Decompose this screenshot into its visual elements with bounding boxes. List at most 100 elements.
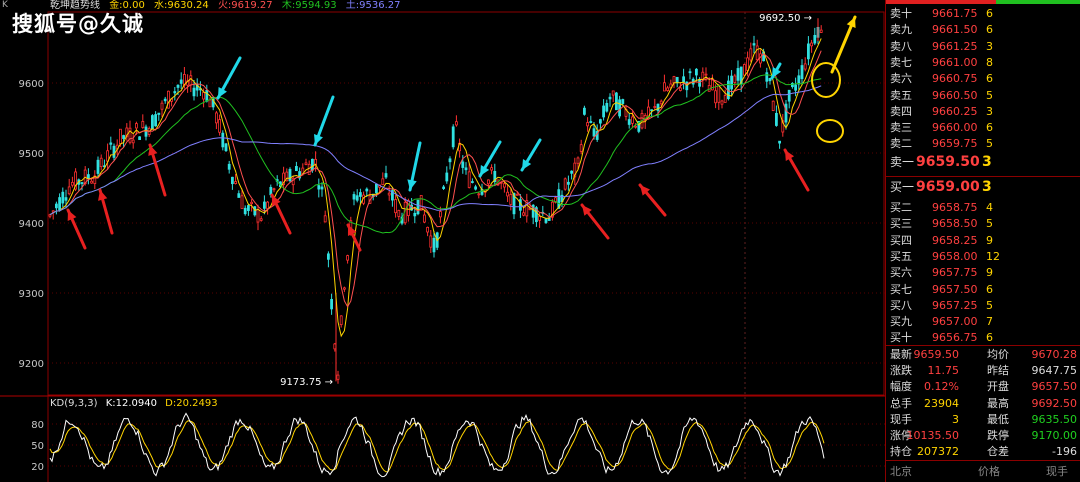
candle-body xyxy=(583,107,586,115)
book-footer: 北京 价格 现手 xyxy=(886,462,1080,482)
candle-body xyxy=(579,144,583,152)
candle-body xyxy=(432,237,436,253)
candle-body xyxy=(208,99,212,108)
stat-row: 最新 9659.50 均价 9670.28 xyxy=(886,347,1080,363)
level-price: 9658.75 xyxy=(932,201,978,214)
candle-body xyxy=(618,99,621,117)
price-tick-label: 9400 xyxy=(19,219,44,230)
ask-level-row[interactable]: 卖九 9661.50 6 xyxy=(886,22,1080,38)
k-marker: K xyxy=(2,0,8,10)
candle-body xyxy=(611,90,615,96)
candle-body xyxy=(384,173,388,178)
candle-body xyxy=(675,76,679,83)
level-price: 9657.50 xyxy=(932,282,978,296)
stat-row: 涨停 10135.50 跌停 9170.00 xyxy=(886,428,1080,444)
candle-body xyxy=(730,75,733,90)
level-price: 9657.25 xyxy=(932,298,978,312)
bid-level-row[interactable]: 买二 9658.75 4 xyxy=(886,200,1080,216)
candle-body xyxy=(394,199,398,214)
bid-level-row[interactable]: 买五 9658.00 12 xyxy=(886,249,1080,265)
stat-key: 现手 xyxy=(890,412,912,426)
candle-body xyxy=(227,163,231,170)
high-price-label: 9692.50 → xyxy=(759,13,812,24)
chart-area[interactable]: 9200 9300 9400 9500 9600 20 50 80 9692.50 → 9173.… xyxy=(0,0,885,482)
candle-body xyxy=(304,162,308,165)
candle-body xyxy=(234,181,238,184)
bid-level-row[interactable]: 买九 9657.00 7 xyxy=(886,314,1080,330)
candle-body xyxy=(218,119,222,133)
candle-body xyxy=(413,212,417,217)
ask-level-row[interactable]: 卖五 9660.50 5 xyxy=(886,88,1080,104)
ask-level-row[interactable]: 卖六 9660.75 6 xyxy=(886,71,1080,87)
price-tick-label: 9200 xyxy=(19,359,44,370)
bid-level-row[interactable]: 买三 9658.50 5 xyxy=(886,216,1080,232)
level-qty: 6 xyxy=(986,331,993,345)
level-qty: 7 xyxy=(986,315,993,329)
candle-body xyxy=(659,100,663,105)
candle-body xyxy=(134,123,138,129)
candle-body xyxy=(330,298,334,310)
ask-level-row[interactable]: 卖四 9660.25 3 xyxy=(886,104,1080,120)
ask-level-row[interactable]: 卖二 9659.75 5 xyxy=(886,136,1080,152)
candle-body xyxy=(442,186,446,189)
bid-level-row[interactable]: 买七 9657.50 6 xyxy=(886,282,1080,298)
candle-body xyxy=(448,158,452,163)
level-price: 9658.50 xyxy=(932,217,978,231)
candle-body xyxy=(179,79,183,84)
footer-price-label: 价格 xyxy=(978,465,1000,478)
bid-level-row[interactable]: 买八 9657.25 5 xyxy=(886,298,1080,314)
candle-body xyxy=(64,197,68,201)
stat-key: 仓差 xyxy=(987,445,1009,459)
candle-body xyxy=(112,145,116,158)
stat-key: 均价 xyxy=(987,348,1009,361)
candle-body xyxy=(150,115,154,130)
candle-body xyxy=(621,99,625,104)
highlight-circle xyxy=(816,119,844,143)
ma-legend-fire: 火:9619.27 xyxy=(217,0,273,11)
level-price: 9656.75 xyxy=(932,331,978,345)
level-qty: 3 xyxy=(986,39,993,53)
candle-body xyxy=(358,192,362,197)
level-qty: 3 xyxy=(982,154,992,170)
candle-body xyxy=(765,72,769,82)
candle-body xyxy=(96,159,100,174)
footer-location: 北京 xyxy=(890,465,912,478)
ask-level-row[interactable]: 卖七 9661.00 8 xyxy=(886,55,1080,71)
stat-value: 10135.50 xyxy=(906,429,960,442)
stat-value: -196 xyxy=(1052,445,1077,459)
bid-level-row[interactable]: 买四 9658.25 9 xyxy=(886,233,1080,249)
kd-tick-label: 80 xyxy=(31,420,44,431)
level-label: 买五 xyxy=(890,249,912,263)
candle-body xyxy=(55,203,58,209)
candle-body xyxy=(797,75,801,85)
ask-level-row[interactable]: 卖十 9661.75 6 xyxy=(886,6,1080,22)
level-price: 9659.75 xyxy=(932,137,978,151)
bid-level-row[interactable]: 买六 9657.75 9 xyxy=(886,265,1080,281)
bid-1-row[interactable]: 买一 9659.00 3 xyxy=(886,179,1080,195)
candle-body xyxy=(666,87,669,91)
level-qty: 5 xyxy=(986,88,993,102)
candle-body xyxy=(563,178,567,190)
ask-level-row[interactable]: 卖八 9661.25 3 xyxy=(886,39,1080,55)
level-price: 9659.50 xyxy=(916,154,980,170)
level-qty: 3 xyxy=(982,179,992,195)
candle-body xyxy=(714,90,717,104)
ask-1-row[interactable]: 卖一 9659.50 3 xyxy=(886,154,1080,170)
level-label: 买二 xyxy=(890,201,912,214)
candle-body xyxy=(416,199,420,215)
level-label: 卖九 xyxy=(890,23,912,37)
stat-row: 持仓 207372 仓差 -196 xyxy=(886,444,1080,460)
candle-body xyxy=(80,182,84,184)
bid-level-row[interactable]: 买十 9656.75 6 xyxy=(886,330,1080,346)
stat-value: 3 xyxy=(952,412,959,426)
candle-body xyxy=(717,85,721,103)
candle-body xyxy=(752,43,756,46)
level-qty: 5 xyxy=(986,217,993,231)
candle-body xyxy=(317,185,321,190)
candle-body xyxy=(810,42,813,47)
candle-body xyxy=(326,253,330,260)
book-divider xyxy=(886,176,1080,177)
ask-level-row[interactable]: 卖三 9660.00 6 xyxy=(886,120,1080,136)
level-qty: 4 xyxy=(986,201,993,214)
candle-body xyxy=(422,214,426,223)
